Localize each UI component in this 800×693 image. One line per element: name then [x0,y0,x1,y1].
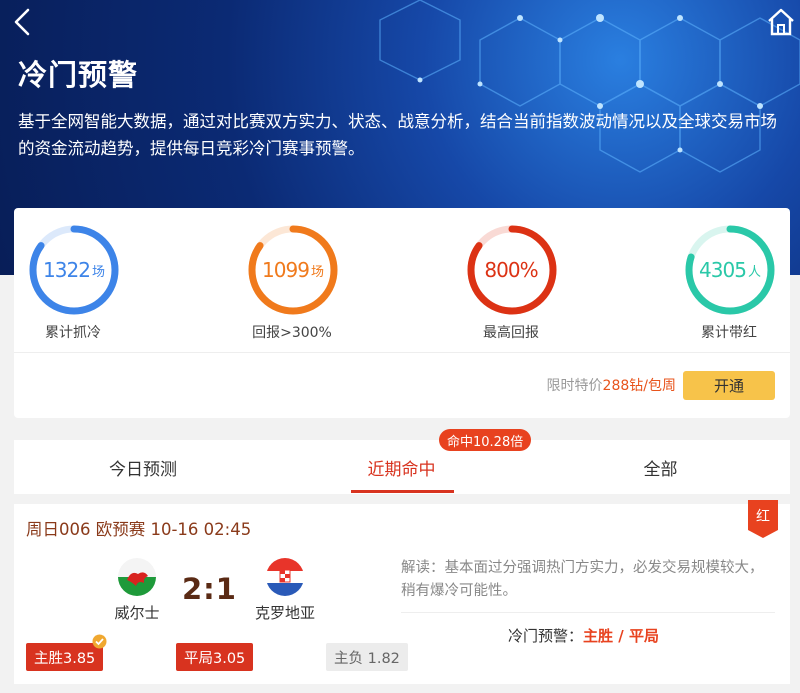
stat-ring-return-over-300: 1099 场 [247,224,339,316]
stats-card: 1322 场 累计抓冷 1099 场 回报>300% 800% 最高回报 4305 人… [14,208,790,418]
subscribe-button[interactable]: 开通 [683,371,775,400]
stat-value: 1099 [262,258,310,282]
croatia-flag-icon [266,558,304,596]
result-flag-label: 红 [756,509,770,525]
stat-value: 4305 [699,258,747,282]
home-icon[interactable] [766,6,796,38]
page-description: 基于全网智能大数据，通过对比赛双方实力、状态、战意分析，结合当前指数波动情况以及… [18,112,777,158]
stat-label: 回报>300% [252,325,332,341]
match-analysis: 解读：基本面过分强调热门方实力，必发交易规模较大，稍有爆冷可能性。 [401,560,764,599]
stat-unit: 场 [310,264,324,280]
match-header: 周日006 欧预赛 10-16 02:45 [26,520,252,539]
result-flag: 红 [748,500,778,540]
promo-price: 288钻/包周 [602,378,676,394]
upset-warning: 冷门预警：主胜 / 平局 [508,625,659,646]
stat-value: 1322 [43,258,91,282]
stat-value: 800% [484,258,538,282]
back-arrow-icon[interactable] [8,6,38,38]
promo-prefix: 限时特价 [546,378,603,394]
wales-flag-icon [118,558,156,596]
divider [401,612,775,613]
match-card[interactable]: 周日006 欧预赛 10-16 02:45 红 威尔士 2:1 克罗地亚 解读：… [14,500,790,684]
stat-ring-total-winners: 4305 人 [684,224,776,316]
warning-value: 主胜 / 平局 [583,627,659,645]
stat-ring-max-return: 800% [466,224,558,316]
stat-label: 累计带红 [701,325,757,341]
active-tab-indicator [351,490,454,493]
tab-all[interactable]: 全部 [531,440,790,494]
stat-label: 累计抓冷 [45,325,101,341]
page-title: 冷门预警 [18,58,139,92]
odds-away-win[interactable]: 主负 1.82 [326,643,408,671]
home-team-name: 威尔士 [114,604,160,622]
divider [14,352,790,353]
stat-label: 最高回报 [483,325,539,341]
tab-today-prediction[interactable]: 今日预测 [14,440,272,494]
check-badge-icon [92,634,107,649]
hit-rate-badge: 命中10.28倍 [439,429,532,451]
stat-unit: 场 [91,264,105,280]
stat-unit: 人 [747,264,761,280]
warning-label: 冷门预警： [508,627,584,645]
odds-draw[interactable]: 平局3.05 [176,643,254,671]
match-score: 2:1 [182,572,237,606]
away-team-name: 克罗地亚 [254,604,315,622]
stat-ring-total-picks: 1322 场 [28,224,120,316]
tab-bar: 今日预测 近期命中 全部 [14,440,790,494]
promo-text: 限时特价288钻/包周 [547,375,676,395]
